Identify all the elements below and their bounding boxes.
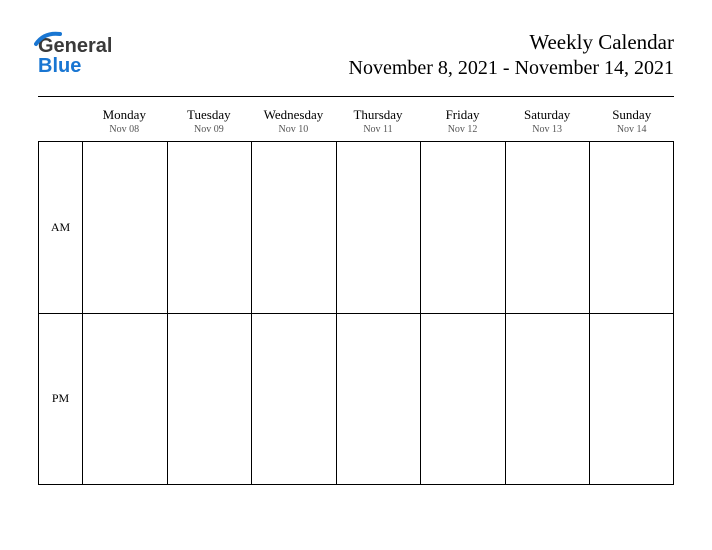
page-subtitle: November 8, 2021 - November 14, 2021 (349, 57, 675, 80)
cell-pm-mon (82, 313, 167, 485)
title-block: Weekly Calendar November 8, 2021 - Novem… (349, 30, 675, 80)
logo-part2: Blue (38, 55, 81, 77)
page-title: Weekly Calendar (349, 30, 675, 55)
cell-am-thu (336, 141, 421, 313)
cell-pm-sat (505, 313, 590, 485)
cell-pm-fri (420, 313, 505, 485)
day-name: Thursday (336, 107, 421, 123)
day-head-tuesday: Tuesday Nov 09 (167, 103, 252, 141)
day-head-thursday: Thursday Nov 11 (336, 103, 421, 141)
cell-am-sat (505, 141, 590, 313)
day-name: Saturday (505, 107, 590, 123)
header-row: General Blue Weekly Calendar November 8,… (38, 30, 674, 80)
day-head-wednesday: Wednesday Nov 10 (251, 103, 336, 141)
day-date: Nov 12 (420, 124, 505, 135)
cell-pm-thu (336, 313, 421, 485)
day-name: Monday (82, 107, 167, 123)
day-head-monday: Monday Nov 08 (82, 103, 167, 141)
cell-pm-sun (589, 313, 674, 485)
header-divider (38, 96, 674, 97)
cell-am-fri (420, 141, 505, 313)
day-date: Nov 13 (505, 124, 590, 135)
day-date: Nov 14 (589, 124, 674, 135)
row-label-am: AM (38, 141, 82, 313)
day-head-saturday: Saturday Nov 13 (505, 103, 590, 141)
cell-am-mon (82, 141, 167, 313)
corner-blank (38, 103, 82, 141)
day-date: Nov 08 (82, 124, 167, 135)
day-date: Nov 09 (167, 124, 252, 135)
day-name: Sunday (589, 107, 674, 123)
cell-am-tue (167, 141, 252, 313)
day-name: Wednesday (251, 107, 336, 123)
cell-pm-tue (167, 313, 252, 485)
day-name: Friday (420, 107, 505, 123)
row-label-pm: PM (38, 313, 82, 485)
day-name: Tuesday (167, 107, 252, 123)
day-date: Nov 10 (251, 124, 336, 135)
day-date: Nov 11 (336, 124, 421, 135)
cell-am-sun (589, 141, 674, 313)
calendar-grid: Monday Nov 08 Tuesday Nov 09 Wednesday N… (38, 103, 674, 485)
day-head-friday: Friday Nov 12 (420, 103, 505, 141)
cell-pm-wed (251, 313, 336, 485)
day-head-sunday: Sunday Nov 14 (589, 103, 674, 141)
cell-am-wed (251, 141, 336, 313)
brand-logo: General Blue (38, 30, 112, 76)
swoosh-icon (34, 30, 62, 48)
